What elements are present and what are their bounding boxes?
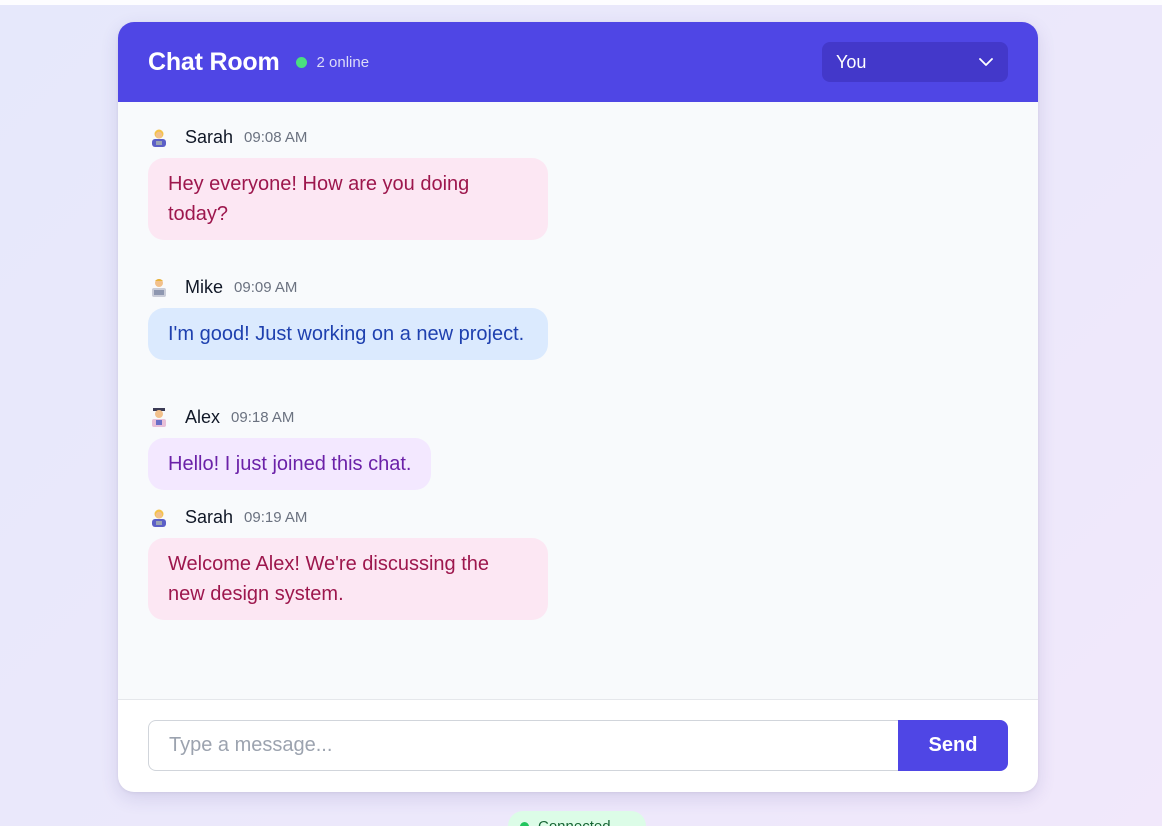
message-sender: Alex xyxy=(185,406,221,427)
message-sender: Sarah xyxy=(185,126,234,147)
online-count: 2 online xyxy=(316,53,370,71)
message-time: 09:08 AM xyxy=(244,128,308,146)
message-time: 09:09 AM xyxy=(234,278,298,296)
send-button[interactable]: Send xyxy=(898,720,1008,771)
message-input[interactable] xyxy=(148,720,898,771)
message-item: Sarah 09:08 AM Hey everyone! How are you… xyxy=(148,125,548,240)
chat-title: Chat Room xyxy=(148,47,280,76)
message-meta: Sarah 09:08 AM xyxy=(148,125,548,149)
message-time: 09:18 AM xyxy=(231,408,295,426)
user-select[interactable]: You xyxy=(822,42,1008,82)
message-item: Sarah 09:19 AM Welcome Alex! We're discu… xyxy=(148,505,548,620)
message-sender: Sarah xyxy=(185,506,234,527)
message-meta: Sarah 09:19 AM xyxy=(148,505,548,529)
message-bubble: Hey everyone! How are you doing today? xyxy=(148,158,548,240)
user-select-value: You xyxy=(836,51,867,72)
message-list[interactable]: Sarah 09:08 AM Hey everyone! How are you… xyxy=(118,102,1038,699)
message-bubble: I'm good! Just working on a new project. xyxy=(148,308,548,360)
chat-card: Chat Room 2 online You Sarah 09:08 AM He… xyxy=(118,22,1038,792)
top-strip xyxy=(0,0,1162,5)
woman-technologist-icon xyxy=(148,126,170,148)
composer-divider xyxy=(118,699,1038,700)
message-bubble: Hello! I just joined this chat. xyxy=(148,438,432,490)
message-time: 09:19 AM xyxy=(244,508,308,526)
message-meta: Mike 09:09 AM xyxy=(148,275,548,299)
message-meta: Alex 09:18 AM xyxy=(148,405,431,429)
message-item: Alex 09:18 AM Hello! I just joined this … xyxy=(148,405,432,490)
man-technologist-icon xyxy=(148,276,170,298)
message-sender: Mike xyxy=(185,276,224,297)
message-composer: Send xyxy=(148,720,1008,771)
connection-status-text: Connected xyxy=(538,817,611,826)
student-icon xyxy=(148,406,170,428)
status-dot-icon xyxy=(520,821,529,826)
woman-technologist-icon xyxy=(148,506,170,528)
online-indicator-icon xyxy=(295,56,307,68)
chevron-down-icon xyxy=(978,54,994,70)
message-item: Mike 09:09 AM I'm good! Just working on … xyxy=(148,275,548,360)
message-bubble: Welcome Alex! We're discussing the new d… xyxy=(148,538,548,620)
connection-status-badge: Connected xyxy=(508,811,646,826)
chat-header: Chat Room 2 online You xyxy=(118,22,1038,102)
